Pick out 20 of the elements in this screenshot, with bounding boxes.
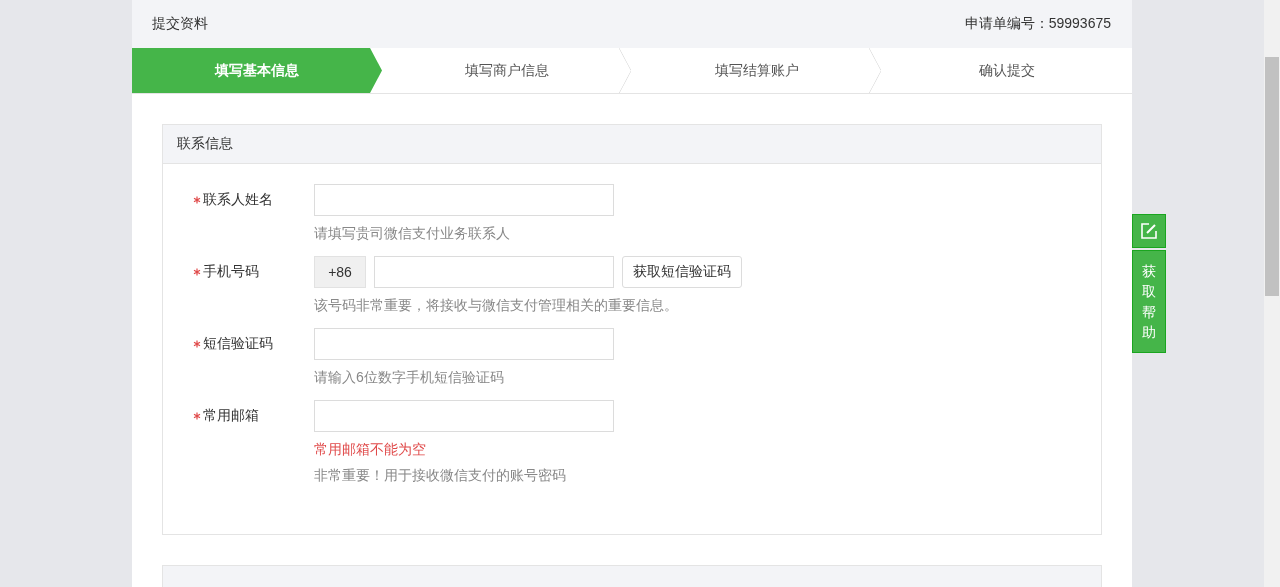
country-code: +86 <box>314 256 366 288</box>
field-label: 短信验证码 <box>203 335 273 353</box>
get-code-button[interactable]: 获取短信验证码 <box>622 256 742 288</box>
input-field[interactable] <box>314 328 614 360</box>
field-hint: 请填写贵司微信支付业务联系人 <box>314 224 511 242</box>
section-title: 联系信息 <box>163 125 1101 164</box>
field-hint: 非常重要！用于接收微信支付的账号密码 <box>314 466 567 484</box>
input-field[interactable] <box>314 184 614 216</box>
error-message: 常用邮箱不能为空 <box>314 440 427 458</box>
field-hint: 请输入6位数字手机短信验证码 <box>314 368 505 386</box>
scrollbar[interactable] <box>1264 0 1280 587</box>
field-label: 手机号码 <box>203 263 259 281</box>
edit-icon[interactable] <box>1132 214 1166 248</box>
application-number: 申请单编号：59993675 <box>964 15 1111 33</box>
page-title: 提交资料 <box>152 15 208 33</box>
field-label: 常用邮箱 <box>203 407 259 425</box>
field-label: 联系人姓名 <box>203 191 273 209</box>
input-field[interactable] <box>374 256 614 288</box>
field-hint: 该号码非常重要，将接收与微信支付管理相关的重要信息。 <box>314 296 679 314</box>
input-field[interactable] <box>314 400 614 432</box>
